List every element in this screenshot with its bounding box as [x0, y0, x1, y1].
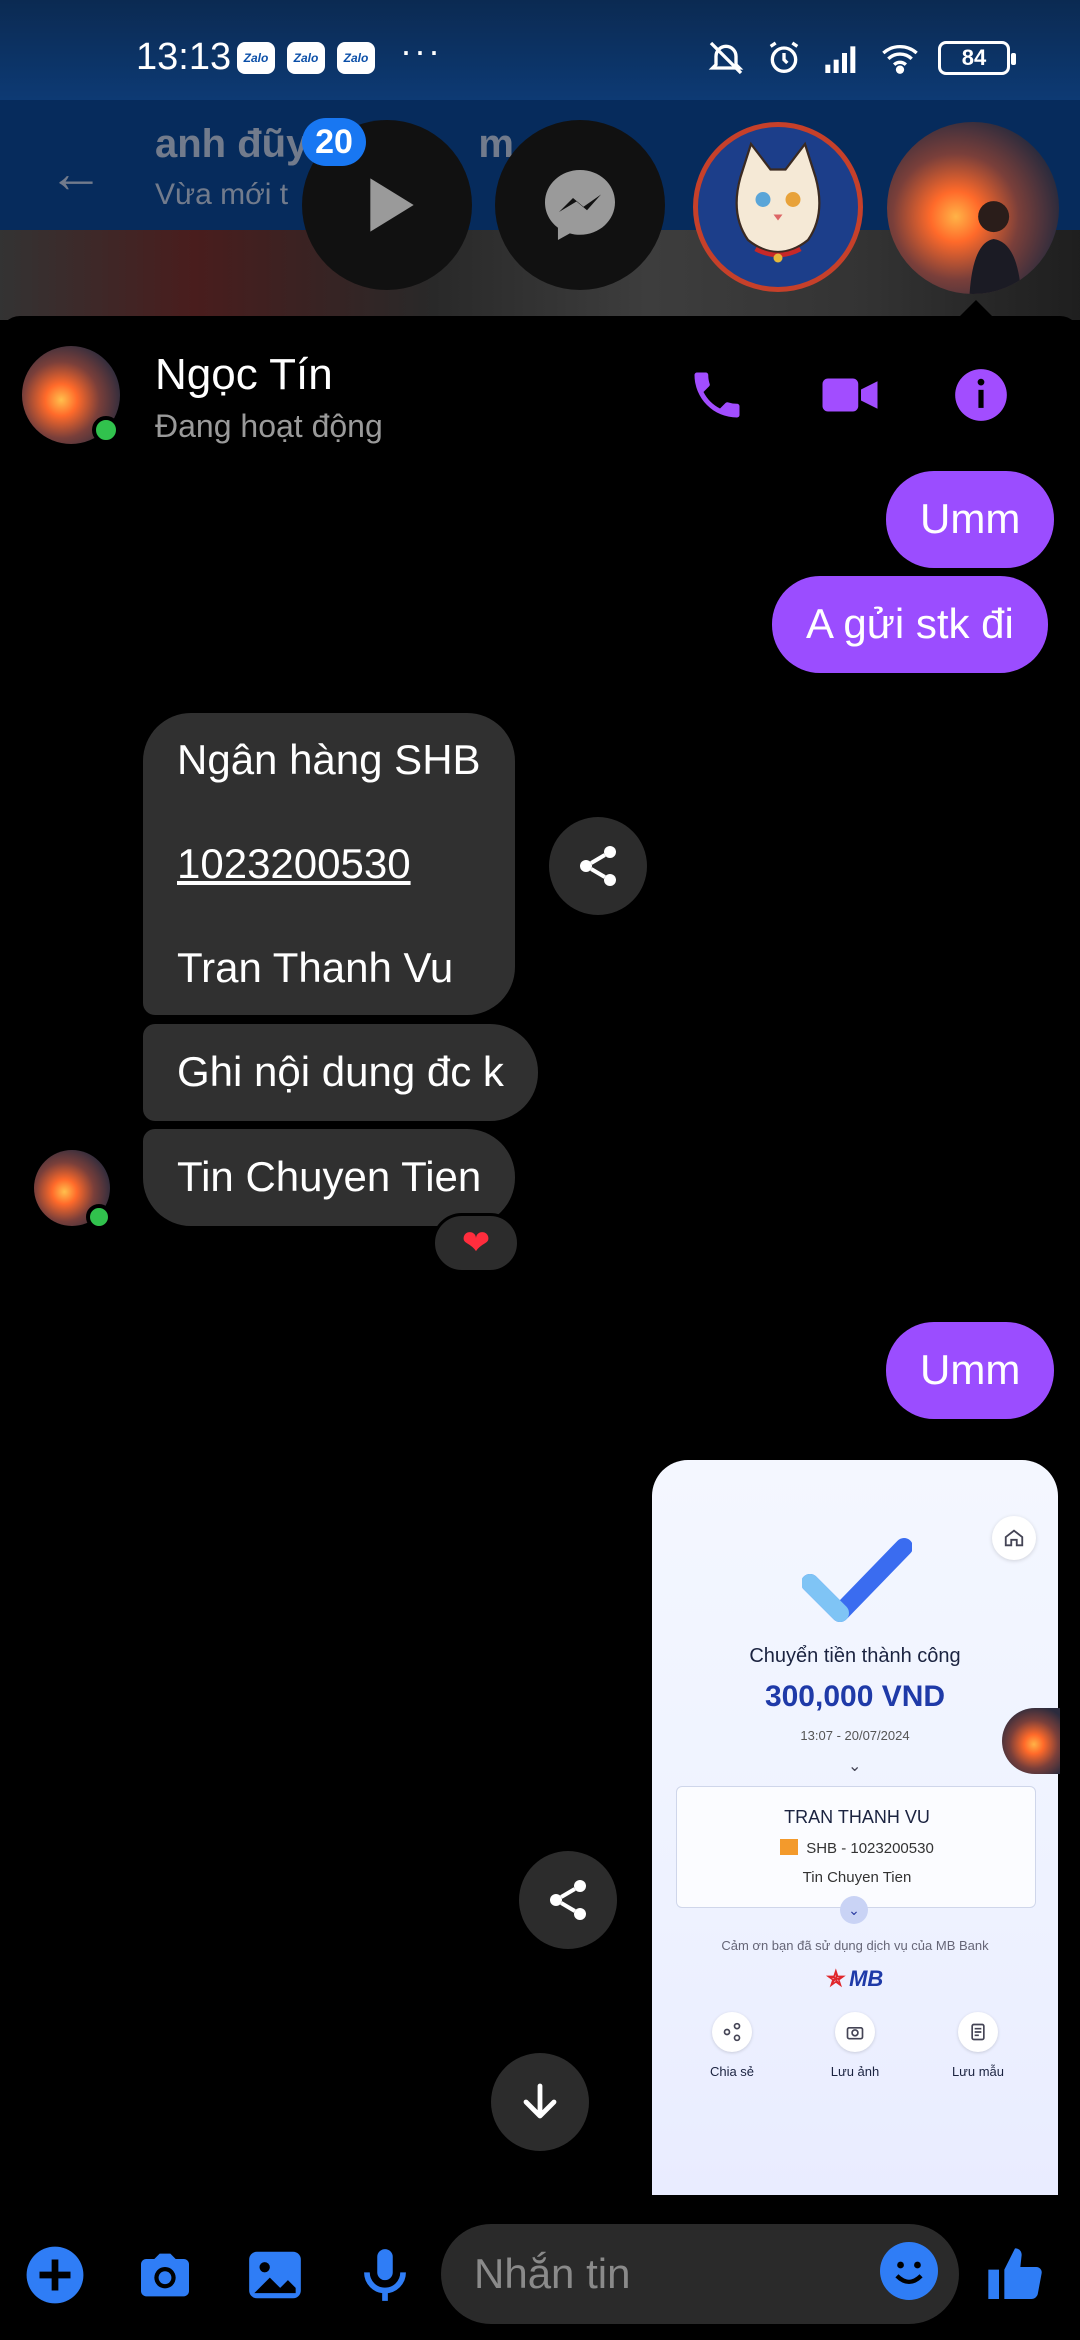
outgoing-message[interactable]: Umm: [886, 1322, 1055, 1419]
zalo-notification-icon: Zalo: [337, 42, 375, 74]
outgoing-message[interactable]: Umm: [886, 471, 1055, 568]
info-button[interactable]: [946, 360, 1016, 430]
smiley-icon: [882, 2244, 936, 2298]
document-icon: [958, 2012, 998, 2052]
emoji-button[interactable]: [880, 2242, 938, 2300]
info-icon: [955, 369, 1007, 421]
share-icon: [580, 846, 616, 886]
voice-call-button[interactable]: [682, 360, 752, 430]
like-button[interactable]: [980, 2240, 1050, 2310]
recipient-name: TRAN THANH VU: [784, 1807, 930, 1827]
incoming-message[interactable]: Tin Chuyen Tien: [143, 1129, 516, 1226]
contact-status: Đang hoạt động: [155, 408, 383, 444]
cat-avatar-icon: [735, 141, 821, 263]
receipt-timestamp: 13:07 - 20/07/2024: [800, 1728, 910, 1743]
share-image-button[interactable]: [519, 1851, 617, 1949]
online-indicator: [86, 1204, 112, 1230]
star-logo-icon: ✯: [826, 1966, 846, 1991]
unread-badge: 20: [302, 118, 366, 166]
back-arrow-icon: ←: [48, 141, 104, 204]
video-call-button[interactable]: [815, 360, 885, 430]
add-button[interactable]: [20, 2240, 90, 2310]
incoming-message-bank-info[interactable]: Ngân hàng SHB 1023200530 Tran Thanh Vu: [143, 713, 515, 1015]
online-indicator: [92, 416, 120, 444]
status-time: 13:13: [136, 36, 232, 78]
transfer-note: Tin Chuyen Tien: [802, 1869, 912, 1886]
heart-reaction[interactable]: ❤: [432, 1213, 520, 1273]
receipt-save-template-action: Lưu mẫu: [923, 2012, 1033, 2079]
zalo-notification-icon: Zalo: [287, 42, 325, 74]
share-icon: [712, 2012, 752, 2052]
voice-message-button[interactable]: [350, 2240, 420, 2310]
receipt-thanks: Cảm ơn bạn đã sử dụng dịch vụ của MB Ban…: [721, 1938, 989, 1953]
phone-icon: [694, 372, 740, 418]
camera-button[interactable]: [130, 2240, 200, 2310]
recipient-card: TRAN THANH VU SHB - 1023200530 Tin Chuye…: [676, 1786, 1036, 1908]
background-chat-subtitle: Vừa mới t: [155, 178, 289, 211]
thumbs-up-icon: [988, 2248, 1042, 2300]
gallery-button[interactable]: [240, 2240, 310, 2310]
play-icon: [370, 178, 414, 232]
arrow-down-icon: [523, 2083, 557, 2119]
zalo-notification-icon: Zalo: [237, 42, 275, 74]
receipt-amount: 300,000 VND: [764, 1680, 946, 1713]
messenger-icon: [545, 170, 615, 240]
status-bar: 13:13 Zalo Zalo Zalo ··· 84: [0, 0, 1080, 100]
image-icon: [249, 2251, 301, 2299]
scroll-to-bottom-button[interactable]: [491, 2053, 589, 2151]
camera-icon: [141, 2253, 189, 2297]
signal-icon: [825, 46, 856, 73]
contact-name[interactable]: Ngọc Tín: [155, 350, 333, 400]
shb-logo-icon: [780, 1839, 799, 1855]
recipient-bank: SHB - 1023200530: [677, 1839, 1037, 1857]
account-number-link[interactable]: 1023200530: [177, 843, 481, 885]
success-check-icon: [802, 1538, 912, 1622]
message-input-placeholder: Nhắn tin: [474, 2250, 631, 2297]
alarm-icon: [769, 41, 799, 73]
account-holder-line: Tran Thanh Vu: [177, 944, 454, 991]
double-chevron-down-icon: ⌄: [848, 1758, 862, 1775]
outgoing-message[interactable]: A gửi stk đi: [772, 576, 1048, 673]
share-message-button[interactable]: [549, 817, 647, 915]
battery-indicator: 84: [938, 41, 1016, 75]
mb-bank-logo: ✯ MB: [826, 1966, 884, 1991]
wifi-icon: [882, 45, 918, 74]
video-camera-icon: [822, 378, 878, 412]
camera-icon: [835, 2012, 875, 2052]
bank-name-line: Ngân hàng SHB: [177, 736, 481, 783]
bell-muted-icon: [708, 41, 744, 75]
receipt-save-image-action: Lưu ảnh: [800, 2012, 910, 2079]
share-icon: [550, 1880, 586, 1920]
expand-chevron-icon: ⌄: [840, 1896, 868, 1924]
more-notifications-icon: ···: [400, 30, 442, 71]
incoming-message[interactable]: Ghi nội dung đc k: [143, 1024, 538, 1121]
home-icon: [992, 1516, 1036, 1560]
receipt-share-action: Chia sẻ: [677, 2012, 787, 2079]
plus-icon: [26, 2246, 84, 2304]
person-silhouette-icon: [969, 201, 1022, 294]
transfer-receipt-image[interactable]: Chuyển tiền thành công 300,000 VND 13:07…: [652, 1460, 1058, 2195]
messenger-chat-head[interactable]: [495, 120, 665, 290]
profile-chat-head[interactable]: [887, 122, 1059, 294]
cat-avatar-chat-head[interactable]: [693, 122, 863, 292]
microphone-icon: [364, 2249, 406, 2301]
read-receipt-avatar: [1002, 1708, 1060, 1774]
receipt-title: Chuyển tiền thành công: [749, 1645, 961, 1667]
